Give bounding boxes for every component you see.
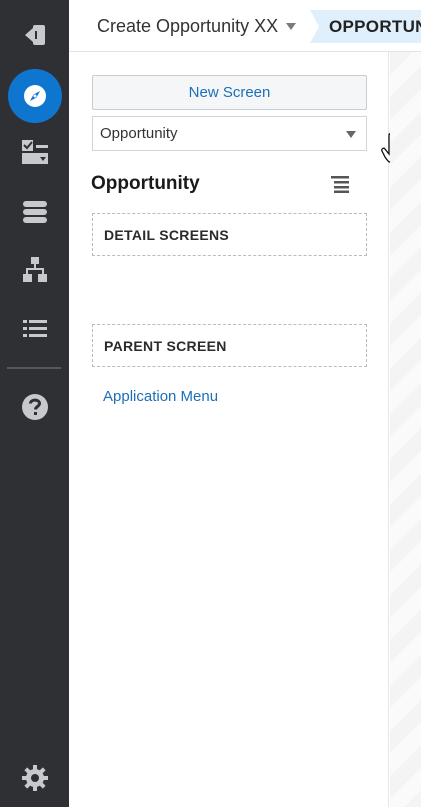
screens-button[interactable] — [0, 127, 69, 177]
breadcrumb-tab[interactable]: OPPORTUNITY — [310, 10, 421, 43]
chevron-down-icon — [346, 131, 356, 138]
settings-gear-icon — [21, 765, 48, 791]
data-button[interactable] — [0, 187, 69, 237]
application-menu-link[interactable]: Application Menu — [103, 388, 218, 405]
left-navigation-rail — [0, 0, 69, 807]
navigator-button[interactable] — [0, 69, 69, 123]
settings-button[interactable] — [0, 753, 69, 803]
entity-select[interactable]: Opportunity — [92, 116, 367, 151]
active-indicator — [7, 69, 62, 123]
database-icon — [22, 201, 47, 223]
detail-screens-dropzone[interactable]: DETAIL SCREENS — [92, 213, 367, 256]
new-screen-button[interactable]: New Screen — [92, 75, 367, 110]
help-button[interactable] — [0, 382, 69, 432]
chevron-down-icon — [286, 22, 297, 30]
design-canvas[interactable] — [390, 52, 421, 807]
list-icon — [22, 320, 47, 337]
exit-icon — [24, 25, 45, 45]
screen-name-label: Create Opportunity XX — [97, 15, 279, 36]
exit-button[interactable] — [0, 10, 69, 60]
compass-icon — [23, 85, 46, 107]
top-bar: Create Opportunity XX OPPORTUNITY — [69, 0, 421, 52]
structure-button[interactable] — [0, 245, 69, 295]
section-title: Opportunity — [91, 173, 200, 194]
rail-divider — [7, 367, 61, 369]
list-button[interactable] — [0, 304, 69, 354]
breadcrumb-label: OPPORTUNITY — [329, 16, 421, 36]
screen-navigator-panel: New Screen Opportunity Opportunity DETAI… — [69, 52, 405, 807]
parent-screen-label: PARENT SCREEN — [104, 337, 227, 354]
hierarchy-icon — [22, 257, 47, 282]
entity-select-value: Opportunity — [100, 125, 178, 142]
detail-screens-label: DETAIL SCREENS — [104, 226, 230, 243]
screen-name-dropdown[interactable]: Create Opportunity XX — [97, 15, 297, 37]
help-icon — [21, 394, 48, 420]
screen-controls-icon — [21, 140, 48, 164]
menu-icon[interactable] — [331, 175, 351, 193]
parent-screen-dropzone[interactable]: PARENT SCREEN — [92, 324, 367, 367]
